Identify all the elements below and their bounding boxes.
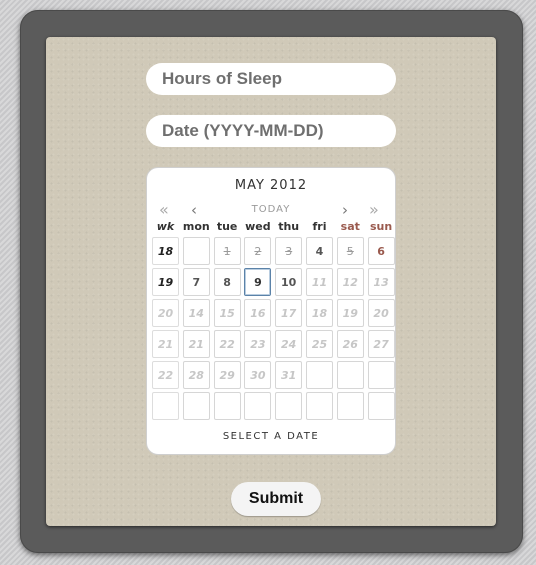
calendar-month-title: MAY 2012 (234, 178, 308, 193)
day-cell[interactable]: 2 (244, 237, 272, 265)
weekday-header-fri: fri (312, 220, 327, 233)
week-number-cell: 19 (152, 268, 179, 296)
weekday-header-sat: sat (340, 220, 360, 233)
week-number-cell (152, 392, 179, 420)
weekday-header-tue: tue (216, 220, 238, 233)
submit-button[interactable]: Submit (231, 482, 321, 516)
day-cell (367, 392, 395, 420)
day-cell[interactable]: 8 (213, 268, 241, 296)
day-cell[interactable]: 19 (336, 299, 364, 327)
weekday-header-sun: sun (369, 220, 393, 233)
day-cell (336, 361, 364, 389)
date-picker-calendar: MAY 2012 « ‹ TODAY › » wk mon tue wed thu fri… (146, 167, 396, 455)
week-number-cell: 21 (152, 330, 179, 358)
day-cell[interactable]: 16 (244, 299, 272, 327)
week-number-cell: 22 (152, 361, 179, 389)
day-cell[interactable]: 14 (182, 299, 210, 327)
week-number-cell: 20 (152, 299, 179, 327)
day-cell[interactable]: 15 (213, 299, 241, 327)
day-cell[interactable]: 27 (367, 330, 395, 358)
day-cell[interactable]: 26 (336, 330, 364, 358)
weekday-header-wed: wed (245, 220, 271, 233)
day-cell[interactable]: 10 (275, 268, 303, 296)
week-column-header: wk (156, 220, 175, 233)
next-year-button[interactable]: » (369, 202, 379, 218)
day-cell[interactable]: 23 (244, 330, 272, 358)
day-cell (305, 392, 333, 420)
day-cell (244, 392, 272, 420)
day-cell[interactable]: 5 (336, 237, 364, 265)
day-cell[interactable]: 18 (305, 299, 333, 327)
day-cell (367, 361, 395, 389)
day-cell[interactable]: 1 (213, 237, 241, 265)
day-cell[interactable]: 3 (275, 237, 303, 265)
day-cell (275, 392, 303, 420)
next-month-button[interactable]: › (342, 202, 348, 218)
day-cell (336, 392, 364, 420)
week-number-cell: 18 (152, 237, 179, 265)
day-cell[interactable]: 6 (367, 237, 395, 265)
day-cell[interactable]: 20 (367, 299, 395, 327)
weekday-header-mon: mon (182, 220, 210, 233)
day-cell-selected[interactable]: 9 (244, 268, 272, 296)
form-panel: MAY 2012 « ‹ TODAY › » wkmontuewedthufri… (46, 37, 496, 526)
day-cell[interactable]: 28 (182, 361, 210, 389)
day-cell[interactable]: 24 (275, 330, 303, 358)
day-cell[interactable]: 21 (182, 330, 210, 358)
day-cell[interactable]: 30 (244, 361, 272, 389)
day-cell[interactable]: 22 (213, 330, 241, 358)
calendar-footer-label: SELECT A DATE (222, 431, 320, 442)
day-cell[interactable]: 11 (305, 268, 333, 296)
day-cell (305, 361, 333, 389)
day-cell (182, 237, 210, 265)
today-button[interactable]: TODAY (147, 204, 395, 215)
hours-of-sleep-input[interactable] (146, 63, 396, 95)
day-cell[interactable]: 31 (275, 361, 303, 389)
day-cell[interactable]: 7 (182, 268, 210, 296)
weekday-header-thu: thu (278, 220, 300, 233)
day-cell (182, 392, 210, 420)
calendar-grid: wk mon tue wed thu fri sat sun 18 1 2 3 4 5 6 19 7 8 9 10 11… (152, 220, 395, 423)
day-cell[interactable]: 13 (367, 268, 395, 296)
day-cell[interactable]: 29 (213, 361, 241, 389)
app-frame: MAY 2012 « ‹ TODAY › » wkmontuewedthufri… (20, 10, 523, 553)
date-input[interactable] (146, 115, 396, 147)
day-cell[interactable]: 4 (305, 237, 333, 265)
day-cell[interactable]: 12 (336, 268, 364, 296)
day-cell[interactable]: 17 (275, 299, 303, 327)
day-cell (213, 392, 241, 420)
day-cell[interactable]: 25 (305, 330, 333, 358)
